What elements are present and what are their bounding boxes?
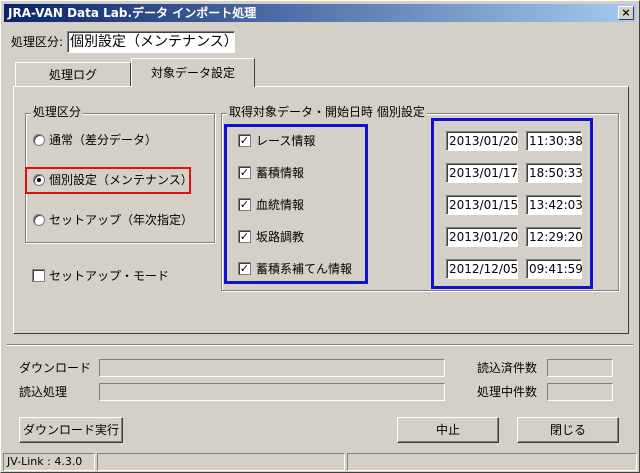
data-checkbox-pedigree[interactable]: ✓ — [238, 198, 251, 211]
time-field-hill[interactable]: 12:29:20 — [526, 227, 583, 247]
date-field-pedigree[interactable]: 2013/01/15 — [446, 195, 518, 215]
close-window-button[interactable]: × — [618, 6, 634, 20]
data-label-supplement: 蓄積系補てん情報 — [256, 262, 353, 276]
time-field-accum[interactable]: 18:50:33 — [526, 163, 583, 183]
date-field-hill[interactable]: 2013/01/20 — [446, 227, 518, 247]
radio-normal[interactable] — [33, 134, 45, 146]
radio-maintenance[interactable] — [33, 174, 45, 186]
close-button[interactable]: 閉じる — [517, 417, 619, 443]
download-progress-bar — [99, 359, 445, 377]
radio-setup-label: セットアップ（年次指定） — [49, 213, 194, 227]
radio-normal-label: 通常（差分データ） — [49, 133, 158, 147]
data-checkbox-hill[interactable]: ✓ — [238, 230, 251, 243]
status-cell-3 — [347, 453, 637, 471]
tab-target-data[interactable]: 対象データ設定 — [131, 58, 255, 87]
stop-button[interactable]: 中止 — [397, 417, 499, 443]
data-label-pedigree: 血統情報 — [256, 198, 305, 212]
data-label-accum: 蓄積情報 — [256, 166, 305, 180]
data-checkbox-accum[interactable]: ✓ — [238, 166, 251, 179]
window-title: JRA-VAN Data Lab.データ インポート処理 — [8, 6, 257, 20]
download-run-button[interactable]: ダウンロード実行 — [19, 417, 123, 443]
radio-setup[interactable] — [33, 214, 45, 226]
read-progress-bar — [99, 383, 445, 401]
processing-count — [547, 383, 613, 401]
date-field-race[interactable]: 2013/01/20 — [446, 131, 518, 151]
setup-mode-label: セットアップ・モード — [49, 269, 170, 283]
data-group-title: 取得対象データ・開始日時 個別設定 — [227, 105, 427, 119]
date-field-supplement[interactable]: 2012/12/05 — [446, 259, 518, 279]
time-field-race[interactable]: 11:30:38 — [526, 131, 583, 151]
read-progress-label: 読込処理 — [19, 385, 68, 399]
read-done-count — [547, 359, 613, 377]
time-field-supplement[interactable]: 09:41:59 — [526, 259, 583, 279]
data-label-race: レース情報 — [256, 134, 316, 148]
time-field-pedigree[interactable]: 13:42:03 — [526, 195, 583, 215]
mode-value-field: 個別設定（メンテナンス） — [67, 31, 238, 53]
title-bar: JRA-VAN Data Lab.データ インポート処理 × — [4, 4, 636, 22]
mode-label: 処理区分: — [11, 35, 64, 49]
data-checkbox-race[interactable]: ✓ — [238, 134, 251, 147]
data-label-hill: 坂路調教 — [256, 230, 305, 244]
processing-label: 処理中件数 — [477, 385, 538, 399]
radio-maintenance-label: 個別設定（メンテナンス） — [49, 173, 193, 187]
date-field-accum[interactable]: 2013/01/17 — [446, 163, 518, 183]
tab-process-log[interactable]: 処理ログ — [15, 62, 131, 87]
separator — [7, 344, 633, 346]
status-version: JV-Link : 4.3.0 — [3, 453, 95, 471]
download-progress-label: ダウンロード — [19, 361, 92, 375]
data-checkbox-supplement[interactable]: ✓ — [238, 262, 251, 275]
process-group-title: 処理区分 — [31, 105, 84, 119]
read-done-label: 読込済件数 — [477, 361, 538, 375]
status-cell-2 — [97, 453, 345, 471]
setup-mode-checkbox[interactable] — [32, 269, 45, 282]
main-window: JRA-VAN Data Lab.データ インポート処理 × 処理区分: 個別設… — [0, 0, 640, 473]
